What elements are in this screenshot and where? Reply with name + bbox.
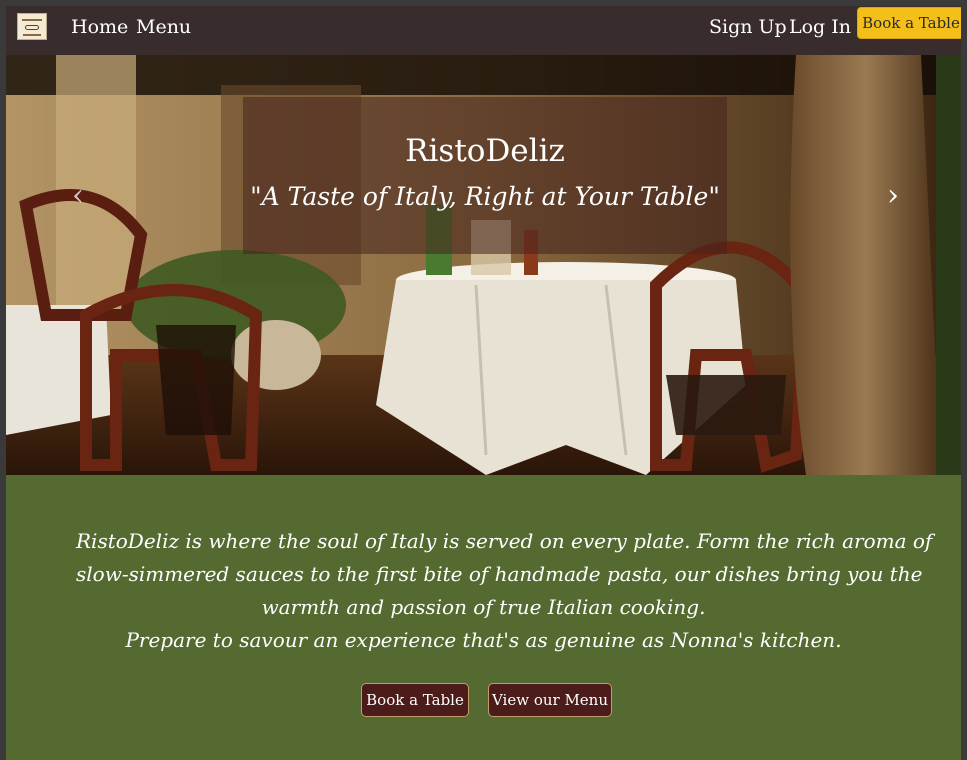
hero-tagline: "A Taste of Italy, Right at Your Table": [250, 182, 720, 211]
intro-section: RistoDeliz is where the soul of Italy is…: [6, 475, 961, 760]
nav-signup-link[interactable]: Sign Up: [709, 15, 787, 39]
intro-line: RistoDeliz is where the soul of Italy is…: [76, 529, 933, 553]
hero-title: RistoDeliz: [405, 133, 565, 169]
nav-menu-link[interactable]: Menu: [136, 15, 191, 39]
hero-carousel: RistoDeliz "A Taste of Italy, Right at Y…: [6, 55, 961, 475]
carousel-next-icon[interactable]: ›: [881, 181, 905, 211]
intro-line: slow-simmered sauces to the first bite o…: [76, 562, 923, 586]
view-menu-button[interactable]: View our Menu: [488, 683, 612, 717]
page: Home Menu Sign Up Log In Book a Table Ri…: [6, 6, 961, 760]
intro-paragraph: RistoDeliz is where the soul of Italy is…: [76, 525, 933, 657]
book-table-nav-button[interactable]: Book a Table: [857, 7, 961, 39]
intro-line: Prepare to savour an experience that's a…: [125, 628, 842, 652]
intro-line: warmth and passion of true Italian cooki…: [261, 595, 706, 619]
navbar: Home Menu Sign Up Log In Book a Table: [6, 6, 961, 55]
nav-home-link[interactable]: Home: [71, 15, 128, 39]
hero-caption: RistoDeliz "A Taste of Italy, Right at Y…: [243, 97, 727, 254]
restaurant-logo-icon[interactable]: [17, 13, 47, 40]
book-table-button[interactable]: Book a Table: [361, 683, 469, 717]
nav-login-link[interactable]: Log In: [789, 15, 851, 39]
carousel-prev-icon[interactable]: ‹: [66, 181, 90, 211]
